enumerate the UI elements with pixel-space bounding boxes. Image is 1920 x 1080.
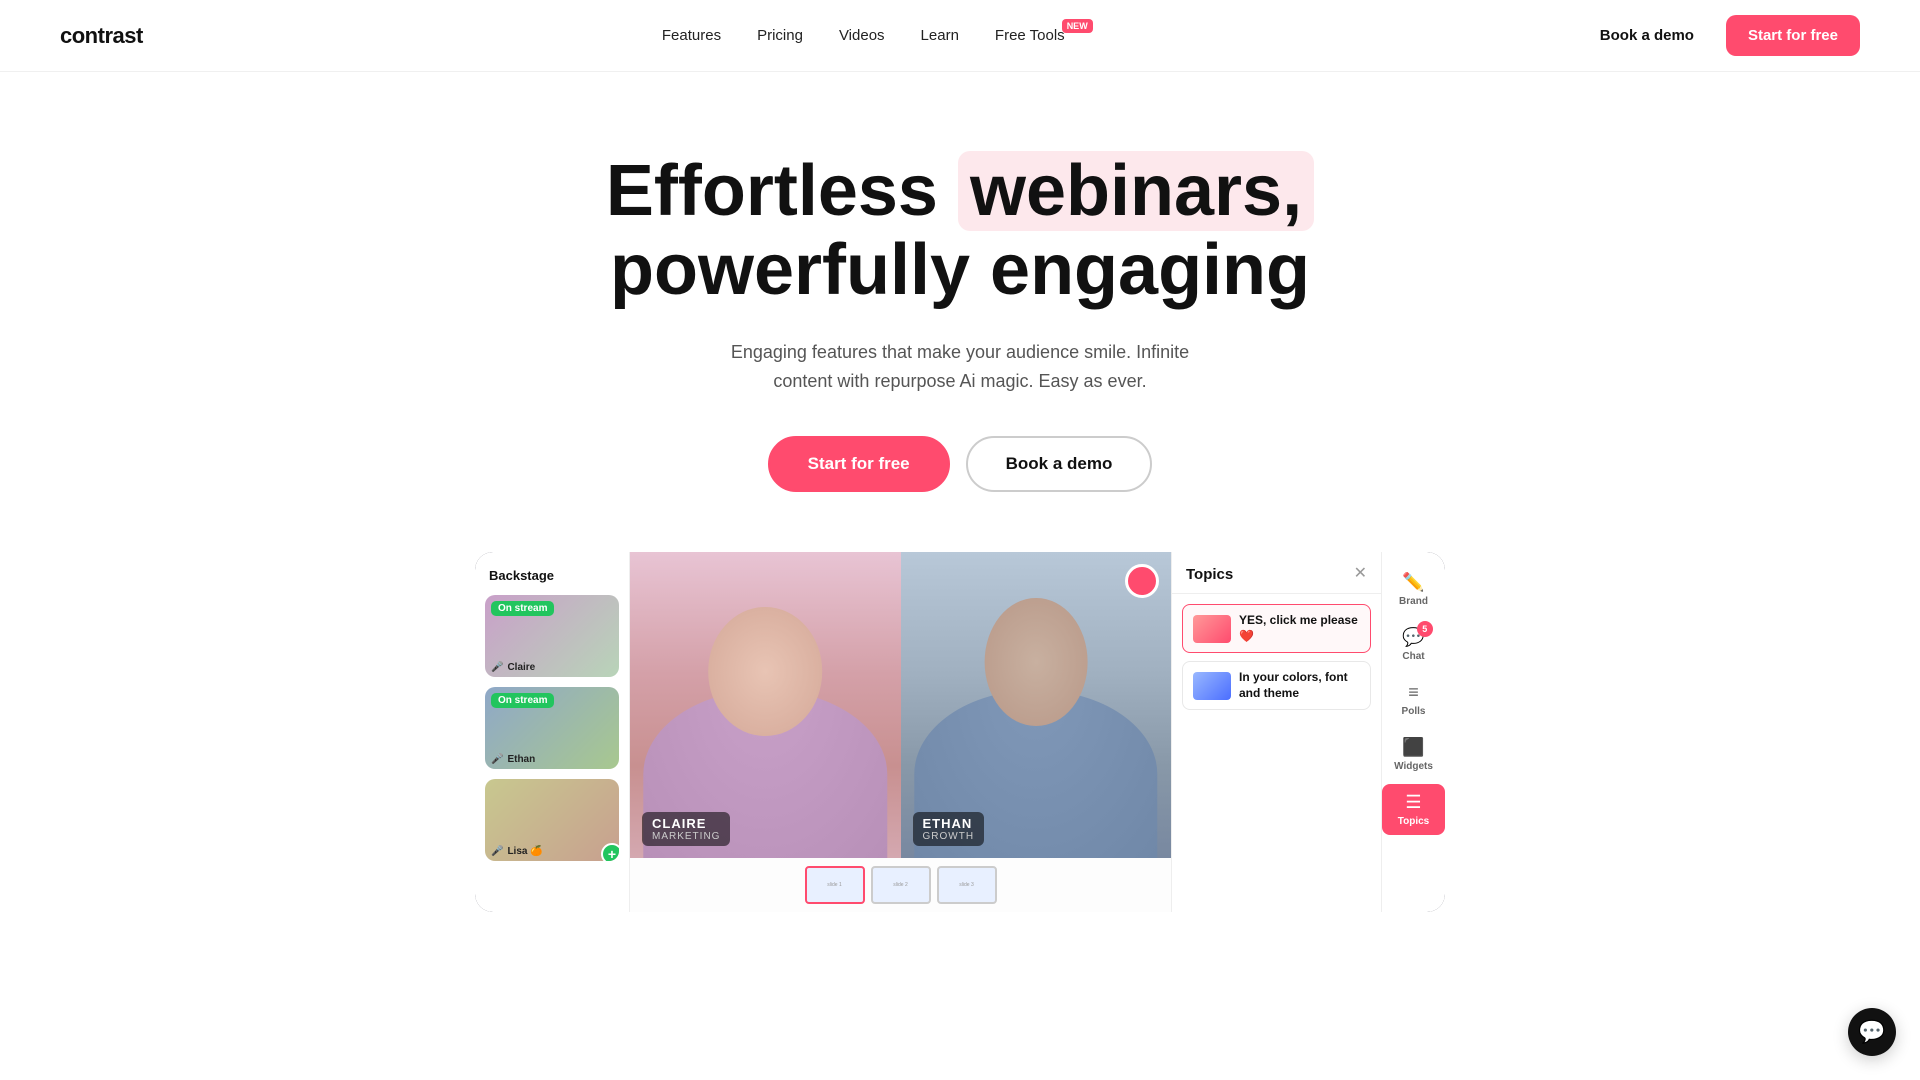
nav-learn[interactable]: Learn bbox=[921, 27, 959, 44]
slides-row: slide 1 slide 2 slide 3 bbox=[630, 858, 1171, 912]
slide-inner-2: slide 2 bbox=[873, 868, 929, 902]
topic-thumb-2 bbox=[1193, 672, 1231, 700]
claire-tag-role: MARKETING bbox=[652, 831, 720, 842]
demo-window: Backstage On stream 🎤 Claire On stream 🎤… bbox=[475, 552, 1445, 912]
nav-features[interactable]: Features bbox=[662, 27, 721, 44]
video-cell-claire: CLAIRE MARKETING bbox=[630, 552, 901, 858]
sidebar-polls[interactable]: ≡ Polls bbox=[1382, 674, 1445, 725]
topic-text-2: In your colors, font and theme bbox=[1239, 670, 1360, 701]
record-button[interactable] bbox=[1125, 564, 1159, 598]
topics-panel: Topics ✕ YES, click me please ❤️ In your… bbox=[1171, 552, 1381, 912]
nav-links: Features Pricing Videos Learn Free Tools… bbox=[662, 27, 1065, 45]
backstage-panel: Backstage On stream 🎤 Claire On stream 🎤… bbox=[475, 552, 630, 912]
chat-support-icon: 💬 bbox=[1858, 1019, 1885, 1045]
mic-icon-claire: 🎤 bbox=[491, 662, 503, 673]
ethan-tag-role: GROWTH bbox=[923, 831, 975, 842]
topics-label: Topics bbox=[1398, 816, 1429, 827]
hero-buttons: Start for free Book a demo bbox=[20, 436, 1900, 492]
hero-line2: powerfully engaging bbox=[610, 230, 1310, 310]
nav-free-tools[interactable]: Free Tools bbox=[995, 27, 1065, 44]
topic-item-1[interactable]: YES, click me please ❤️ bbox=[1182, 604, 1371, 653]
on-stream-badge-ethan: On stream bbox=[491, 693, 554, 708]
slide-inner-3: slide 3 bbox=[939, 868, 995, 902]
add-speaker-button[interactable]: + bbox=[601, 843, 619, 861]
topic-item-2[interactable]: In your colors, font and theme bbox=[1182, 661, 1371, 710]
chat-badge: 5 bbox=[1417, 621, 1433, 637]
start-free-hero-button[interactable]: Start for free bbox=[768, 436, 950, 492]
slide-thumb-3[interactable]: slide 3 bbox=[937, 866, 997, 904]
hero-headline: Effortless webinars, powerfully engaging bbox=[20, 152, 1900, 310]
widgets-label: Widgets bbox=[1394, 761, 1433, 772]
hero-subtext: Engaging features that make your audienc… bbox=[700, 338, 1220, 396]
ethan-name-row: 🎤 Ethan bbox=[491, 754, 535, 765]
widgets-icon: ⬛ bbox=[1402, 737, 1424, 758]
mic-icon-ethan: 🎤 bbox=[491, 754, 503, 765]
hero-line1-highlight: webinars, bbox=[958, 151, 1314, 231]
slide-inner-1: slide 1 bbox=[807, 868, 863, 902]
polls-label: Polls bbox=[1402, 706, 1426, 717]
hero-section: Effortless webinars, powerfully engaging… bbox=[0, 72, 1920, 552]
demo-section: Backstage On stream 🎤 Claire On stream 🎤… bbox=[0, 552, 1920, 952]
topics-list: YES, click me please ❤️ In your colors, … bbox=[1172, 594, 1381, 912]
nav-free-tools-wrap: Free Tools new bbox=[995, 27, 1065, 45]
speaker-card-ethan[interactable]: On stream 🎤 Ethan bbox=[485, 687, 619, 769]
topics-panel-title: Topics bbox=[1186, 566, 1233, 583]
topic-text-1: YES, click me please ❤️ bbox=[1239, 613, 1360, 644]
video-grid: CLAIRE MARKETING ETHAN GROWTH bbox=[630, 552, 1171, 858]
ethan-name: Ethan bbox=[507, 754, 535, 765]
claire-tag-name: CLAIRE bbox=[652, 816, 720, 831]
slide-thumb-2[interactable]: slide 2 bbox=[871, 866, 931, 904]
topic-thumb-1 bbox=[1193, 615, 1231, 643]
navigation: contrast Features Pricing Videos Learn F… bbox=[0, 0, 1920, 72]
nav-videos[interactable]: Videos bbox=[839, 27, 885, 44]
sidebar-chat[interactable]: 💬 5 Chat bbox=[1382, 619, 1445, 670]
brand-icon: ✏️ bbox=[1402, 572, 1424, 593]
backstage-title: Backstage bbox=[485, 568, 619, 583]
video-cell-ethan: ETHAN GROWTH bbox=[901, 552, 1172, 858]
start-free-nav-button[interactable]: Start for free bbox=[1726, 15, 1860, 56]
book-demo-nav-button[interactable]: Book a demo bbox=[1584, 19, 1710, 52]
right-sidebar: ✏️ Brand 💬 5 Chat ≡ Polls ⬛ Widgets bbox=[1381, 552, 1445, 912]
chat-label: Chat bbox=[1402, 651, 1424, 662]
sidebar-topics[interactable]: ☰ Topics bbox=[1382, 784, 1445, 835]
book-demo-hero-button[interactable]: Book a demo bbox=[966, 436, 1153, 492]
video-area: CLAIRE MARKETING ETHAN GROWTH sli bbox=[630, 552, 1171, 912]
chat-support-bubble[interactable]: 💬 bbox=[1848, 1008, 1896, 1056]
sidebar-brand[interactable]: ✏️ Brand bbox=[1382, 564, 1445, 615]
mic-icon-lisa: 🎤 bbox=[491, 846, 503, 857]
nav-actions: Book a demo Start for free bbox=[1584, 15, 1860, 56]
claire-name-row: 🎤 Claire bbox=[491, 662, 535, 673]
lisa-name-row: 🎤 Lisa 🍊 bbox=[491, 846, 543, 857]
speaker-card-claire[interactable]: On stream 🎤 Claire bbox=[485, 595, 619, 677]
claire-name: Claire bbox=[507, 662, 535, 673]
brand-label: Brand bbox=[1399, 596, 1428, 607]
ethan-tag-name: ETHAN bbox=[923, 816, 975, 831]
speaker-card-lisa[interactable]: + 🎤 Lisa 🍊 bbox=[485, 779, 619, 861]
topics-icon: ☰ bbox=[1405, 792, 1421, 813]
ethan-name-tag: ETHAN GROWTH bbox=[913, 812, 985, 846]
topics-close-button[interactable]: ✕ bbox=[1354, 566, 1367, 582]
logo[interactable]: contrast bbox=[60, 23, 143, 49]
polls-icon: ≡ bbox=[1408, 682, 1419, 703]
lisa-name: Lisa 🍊 bbox=[507, 846, 542, 857]
on-stream-badge-claire: On stream bbox=[491, 601, 554, 616]
topics-header: Topics ✕ bbox=[1172, 552, 1381, 594]
slide-thumb-1[interactable]: slide 1 bbox=[805, 866, 865, 904]
sidebar-widgets[interactable]: ⬛ Widgets bbox=[1382, 729, 1445, 780]
hero-line1-plain: Effortless bbox=[606, 151, 958, 231]
new-badge: new bbox=[1062, 19, 1093, 33]
nav-pricing[interactable]: Pricing bbox=[757, 27, 803, 44]
chat-badge-wrap: 💬 5 bbox=[1402, 627, 1424, 648]
claire-name-tag: CLAIRE MARKETING bbox=[642, 812, 730, 846]
